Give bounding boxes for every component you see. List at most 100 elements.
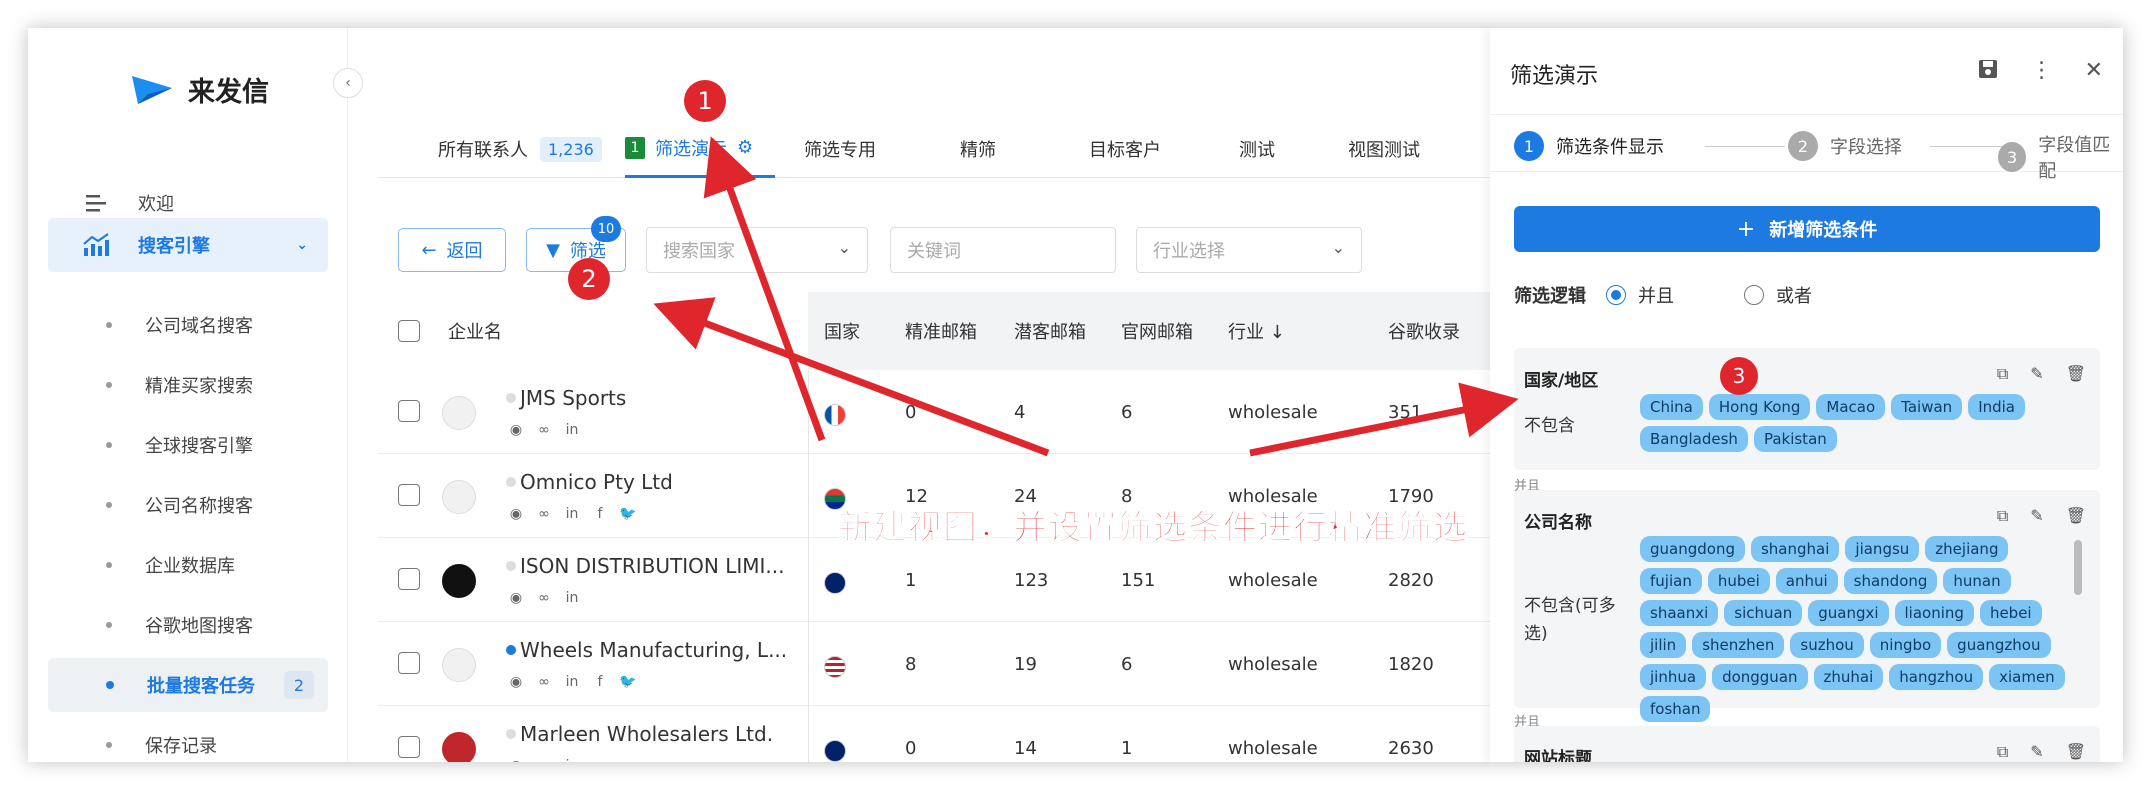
row-checkbox[interactable] <box>398 484 420 506</box>
more-icon[interactable]: ⋮ <box>2031 58 2053 86</box>
panel-title: 筛选演示 <box>1510 64 1599 89</box>
select-all-checkbox[interactable] <box>398 320 420 342</box>
scrollbar[interactable] <box>2074 540 2082 595</box>
column-header[interactable]: 官网邮箱 <box>1121 318 1193 344</box>
step-2[interactable]: 2 字段选择 <box>1788 131 1902 161</box>
sidebar-item-saved[interactable]: 保存记录 <box>48 718 328 762</box>
sidebar-item-label: 保存记录 <box>145 736 217 757</box>
filter-panel: 筛选演示 ⋮ ✕ 1 筛选条件显示 2 字段选择 3 字段值匹配 + 新增筛选条件 筛选… <box>1490 28 2123 762</box>
company-name[interactable]: JMS Sports <box>506 386 626 410</box>
chip: guangdong <box>1640 536 1745 562</box>
copy-icon[interactable]: ⧉ <box>1997 364 2008 384</box>
bullet-icon <box>106 502 112 508</box>
chip: foshan <box>1640 696 1711 722</box>
sidebar-item-domain-search[interactable]: 公司域名搜客 <box>48 298 328 352</box>
column-header[interactable]: 精准邮箱 <box>905 318 977 344</box>
table-row[interactable]: JMS Sports ◉ ∞ in 0 4 6 wholesale 351 <box>378 370 1518 454</box>
eye-icon[interactable]: ◉ <box>506 588 526 608</box>
step-3[interactable]: 3 字段值匹配 <box>1998 131 2123 183</box>
tab-filter-special[interactable]: 筛选专用 <box>804 120 876 178</box>
column-header[interactable]: 潜客邮箱 <box>1014 318 1086 344</box>
tab-test[interactable]: 测试 <box>1239 120 1275 178</box>
twitter-icon[interactable]: 🐦 <box>618 672 638 692</box>
logic-and-radio[interactable]: 并且 <box>1606 282 1674 308</box>
facebook-icon[interactable]: f <box>590 672 610 692</box>
copy-icon[interactable]: ⧉ <box>1997 742 2008 762</box>
trash-icon[interactable]: 🗑 <box>2066 506 2086 526</box>
linkedin-icon[interactable]: in <box>562 588 582 608</box>
gear-icon[interactable]: ⚙ <box>737 137 753 158</box>
card-title: 公司名称 <box>1524 513 1592 533</box>
facebook-icon[interactable]: f <box>590 504 610 524</box>
chip: shanghai <box>1750 536 1840 562</box>
row-checkbox[interactable] <box>398 736 420 758</box>
precise-email-count: 0 <box>905 738 917 759</box>
company-name[interactable]: Wheels Manufacturing, L... <box>506 638 787 662</box>
save-icon[interactable] <box>1977 58 1999 86</box>
edit-icon[interactable]: ✎ <box>2030 506 2043 526</box>
eye-icon[interactable]: ◉ <box>506 420 526 440</box>
sidebar-item-company-db[interactable]: 企业数据库 <box>48 538 328 592</box>
tab-all-contacts[interactable]: 所有联系人 1,236 <box>438 120 602 178</box>
row-checkbox[interactable] <box>398 652 420 674</box>
keyword-input[interactable]: 关键词 <box>890 227 1116 273</box>
tab-filter-demo[interactable]: 1 筛选演示 ⚙ <box>625 120 775 178</box>
sidebar-item-map-search[interactable]: 谷歌地图搜客 <box>48 598 328 652</box>
back-button[interactable]: ← 返回 <box>398 228 506 272</box>
edit-icon[interactable]: ✎ <box>2030 364 2043 384</box>
card-tools: ⧉ ✎ 🗑 <box>1997 506 2086 526</box>
close-icon[interactable]: ✕ <box>2085 58 2103 86</box>
trash-icon[interactable]: 🗑 <box>2066 364 2086 384</box>
tab-view-test[interactable]: 视图测试 <box>1348 120 1420 178</box>
column-header[interactable]: 谷歌收录 <box>1388 318 1460 344</box>
linkedin-icon[interactable]: in <box>562 420 582 440</box>
eye-icon[interactable]: ◉ <box>506 672 526 692</box>
edit-icon[interactable]: ✎ <box>2030 742 2043 762</box>
sidebar-item-buyer-search[interactable]: 精准买家搜索 <box>48 358 328 412</box>
table-row[interactable]: Wheels Manufacturing, L... ◉ ∞ in f 🐦 8 19 6… <box>378 622 1518 706</box>
sidebar-item-global-search[interactable]: 全球搜客引擎 <box>48 418 328 472</box>
step-1[interactable]: 1 筛选条件显示 <box>1514 131 1664 161</box>
column-header[interactable]: 行业 ↓ <box>1228 318 1285 344</box>
link-icon[interactable]: ∞ <box>534 504 554 524</box>
add-filter-button[interactable]: + 新增筛选条件 <box>1514 206 2100 252</box>
table-row[interactable]: Marleen Wholesalers Ltd. ◉ ∞ in 0 14 1 who… <box>378 706 1518 762</box>
tab-target-customers[interactable]: 目标客户 <box>1089 120 1161 178</box>
sidebar-item-company-name-search[interactable]: 公司名称搜客 <box>48 478 328 532</box>
chevron-down-icon: ⌄ <box>296 237 308 253</box>
industry-select[interactable]: 行业选择 ⌄ <box>1136 227 1362 273</box>
column-header[interactable]: 企业名 <box>448 318 502 344</box>
filter-card-company-name: 公司名称 ⧉ ✎ 🗑 不包含(可多选) guangdong shanghai jia… <box>1514 490 2100 722</box>
country-select[interactable]: 搜索国家 ⌄ <box>646 227 868 273</box>
status-dot <box>506 645 516 655</box>
annotation-banner: 新建视图，并设置筛选条件进行精准筛选 <box>838 508 1468 549</box>
link-icon[interactable]: ∞ <box>534 672 554 692</box>
company-name[interactable]: ISON DISTRIBUTION LIMI... <box>506 554 784 578</box>
linkedin-icon[interactable]: in <box>562 756 582 762</box>
logic-or-radio[interactable]: 或者 <box>1744 282 1812 308</box>
link-icon[interactable]: ∞ <box>534 420 554 440</box>
row-checkbox[interactable] <box>398 568 420 590</box>
link-icon[interactable]: ∞ <box>534 756 554 762</box>
copy-icon[interactable]: ⧉ <box>1997 506 2008 526</box>
link-icon[interactable]: ∞ <box>534 588 554 608</box>
chip: guangzhou <box>1947 632 2051 658</box>
tab-fine-filter[interactable]: 精筛 <box>960 120 996 178</box>
collapse-sidebar-button[interactable]: ‹ <box>333 68 363 98</box>
sidebar-item-search-engine[interactable]: 搜客引擎 ⌄ <box>48 218 328 272</box>
linkedin-icon[interactable]: in <box>562 504 582 524</box>
linkedin-icon[interactable]: in <box>562 672 582 692</box>
bullet-icon <box>106 322 112 328</box>
sidebar-item-label: 谷歌地图搜客 <box>145 616 253 637</box>
table-row[interactable]: ISON DISTRIBUTION LIMI... ◉ ∞ in 1 123 151… <box>378 538 1518 622</box>
eye-icon[interactable]: ◉ <box>506 504 526 524</box>
trash-icon[interactable]: 🗑 <box>2066 742 2086 762</box>
company-name[interactable]: Omnico Pty Ltd <box>506 470 673 494</box>
twitter-icon[interactable]: 🐦 <box>618 504 638 524</box>
column-header[interactable]: 国家 <box>824 318 860 344</box>
sidebar-item-batch-tasks[interactable]: 批量搜客任务 2 <box>48 658 328 712</box>
eye-icon[interactable]: ◉ <box>506 756 526 762</box>
row-checkbox[interactable] <box>398 400 420 422</box>
company-name[interactable]: Marleen Wholesalers Ltd. <box>506 722 773 746</box>
precise-email-count: 0 <box>905 402 917 423</box>
